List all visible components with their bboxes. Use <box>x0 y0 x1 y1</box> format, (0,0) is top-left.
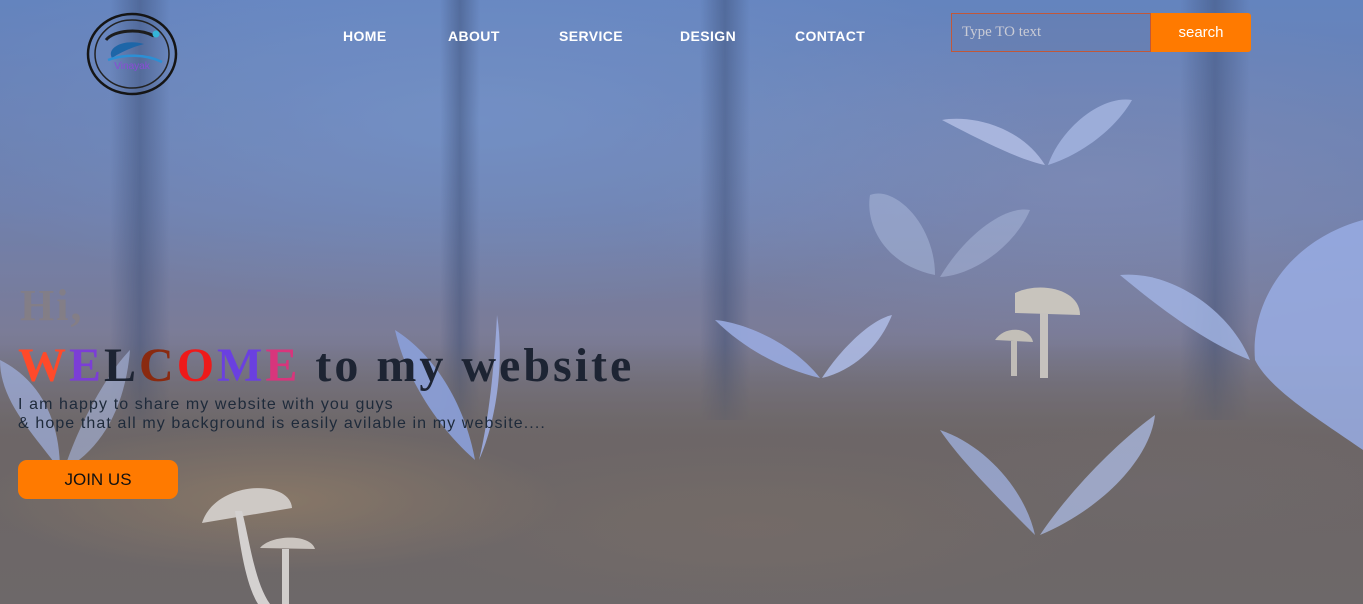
welcome-letter: E <box>69 339 105 392</box>
join-us-button[interactable]: JOIN US <box>18 460 178 499</box>
hero-greeting: Hi, <box>20 281 84 330</box>
swirl-logo-icon <box>104 29 163 64</box>
search-button[interactable]: search <box>1151 13 1251 52</box>
welcome-letter: E <box>265 339 301 392</box>
welcome-letter: L <box>104 339 140 392</box>
tint-overlay <box>0 0 1363 604</box>
hero-welcome-heading: WELCOME to my website <box>18 338 634 393</box>
hero-text-line-2: & hope that all my background is easily … <box>18 415 546 432</box>
welcome-word: WELCOME <box>18 339 315 392</box>
search-input[interactable] <box>951 13 1151 52</box>
nav-service[interactable]: SERVICE <box>559 28 623 44</box>
welcome-letter: C <box>139 339 177 392</box>
nav-home[interactable]: HOME <box>343 28 387 44</box>
nav-about[interactable]: ABOUT <box>448 28 500 44</box>
welcome-letter: W <box>18 339 69 392</box>
nav-design[interactable]: DESIGN <box>680 28 736 44</box>
welcome-rest: to my website <box>315 339 635 392</box>
hero-text-line-1: I am happy to share my website with you … <box>18 396 394 413</box>
welcome-letter: M <box>217 339 266 392</box>
site-logo[interactable]: Vinayak <box>84 10 180 98</box>
logo-text: Vinayak <box>114 61 150 72</box>
welcome-letter: O <box>176 339 218 392</box>
nav-contact[interactable]: CONTACT <box>795 28 865 44</box>
